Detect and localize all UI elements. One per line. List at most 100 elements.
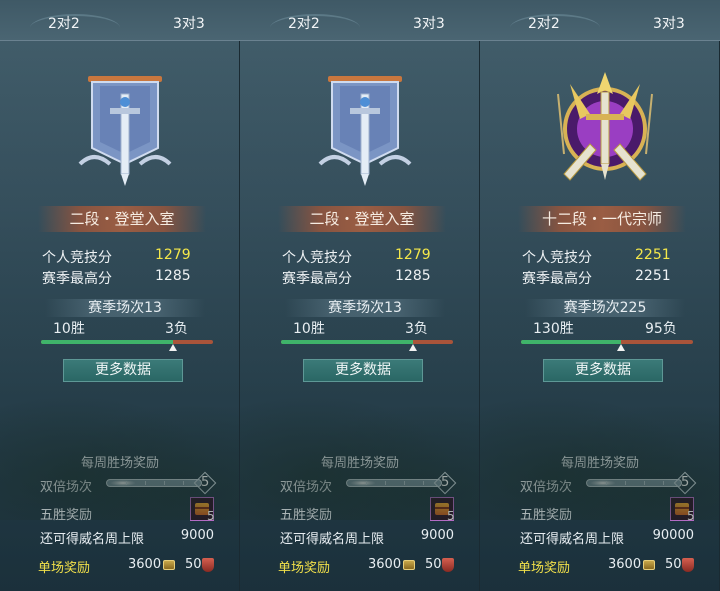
season-high-label: 赛季最高分 bbox=[282, 271, 352, 287]
shield-icon bbox=[442, 558, 454, 572]
wins-count: 130胜 bbox=[533, 321, 574, 337]
rank-title: 二段・登堂入室 bbox=[278, 206, 446, 232]
score-value: 2251 bbox=[635, 247, 671, 263]
tab-3v3[interactable]: 3对3 bbox=[173, 13, 205, 33]
progress-segment bbox=[145, 481, 146, 485]
wins-count: 10胜 bbox=[293, 321, 325, 337]
progress-segment bbox=[404, 481, 405, 485]
single-match-reward-label: 单场奖励 bbox=[38, 561, 91, 576]
score-label: 个人竞技分 bbox=[42, 250, 112, 266]
banner-sword-icon bbox=[70, 64, 180, 194]
rank-panel-3: 2对2 3对3 十二段・一代宗师 个人竞技分 2251 赛季最高分 2251 赛… bbox=[480, 0, 720, 591]
progress-glow-icon bbox=[111, 480, 135, 486]
win-fill bbox=[521, 340, 621, 344]
win-loss-bar bbox=[521, 340, 693, 351]
progress-segment bbox=[385, 481, 386, 485]
coin-icon bbox=[643, 560, 655, 570]
shield-icon bbox=[682, 558, 694, 572]
wins-count: 10胜 bbox=[53, 321, 85, 337]
season-high-value: 1285 bbox=[155, 268, 191, 284]
season-high-value: 2251 bbox=[635, 268, 671, 284]
losses-count: 3负 bbox=[405, 321, 428, 337]
double-matches-count: 5 bbox=[441, 475, 450, 490]
single-match-reward-label: 单场奖励 bbox=[278, 561, 331, 576]
double-matches-count: 5 bbox=[201, 475, 210, 490]
progress-glow-icon bbox=[351, 480, 375, 486]
tab-2v2[interactable]: 2对2 bbox=[288, 13, 320, 33]
win-fill bbox=[41, 340, 174, 344]
five-win-reward-label: 五胜奖励 bbox=[520, 508, 573, 523]
progress-segment bbox=[366, 481, 367, 485]
coin-reward-value: 3600 bbox=[368, 557, 402, 572]
weekly-rewards-title: 每周胜场奖励 bbox=[80, 456, 159, 471]
mode-tab-bar: 2对2 3对3 bbox=[480, 0, 720, 41]
win-loss-bar bbox=[41, 340, 213, 351]
five-win-reward-label: 五胜奖励 bbox=[40, 508, 93, 523]
tab-2v2[interactable]: 2对2 bbox=[48, 13, 80, 33]
more-data-button[interactable]: 更多数据 bbox=[543, 359, 663, 382]
weekly-cap-value: 90000 bbox=[652, 528, 694, 543]
chest-count: 5 bbox=[207, 509, 215, 523]
mode-tab-bar: 2对2 3对3 bbox=[240, 0, 480, 41]
weekly-cap-label: 还可得威名周上限 bbox=[520, 532, 625, 547]
coin-icon bbox=[403, 560, 415, 570]
double-matches-label: 双倍场次 bbox=[40, 480, 93, 495]
double-matches-bar bbox=[346, 479, 442, 487]
season-matches: 赛季场次225 bbox=[525, 299, 685, 317]
progress-segment bbox=[183, 481, 184, 485]
more-data-button[interactable]: 更多数据 bbox=[303, 359, 423, 382]
score-label: 个人竞技分 bbox=[282, 250, 352, 266]
progress-glow-icon bbox=[591, 480, 615, 486]
arena-rank-screen: 2对2 3对3 二段・登堂入室 个人竞技分 1279 赛季最高分 1285 赛季… bbox=[0, 0, 720, 591]
ratio-marker-icon bbox=[409, 344, 418, 351]
score-label: 个人竞技分 bbox=[522, 250, 592, 266]
double-matches-bar bbox=[586, 479, 682, 487]
progress-segment bbox=[423, 481, 424, 485]
chest-count: 5 bbox=[687, 509, 695, 523]
score-value: 1279 bbox=[155, 247, 191, 263]
weekly-rewards-title: 每周胜场奖励 bbox=[320, 456, 399, 471]
ratio-marker-icon bbox=[616, 344, 625, 351]
five-win-reward-label: 五胜奖励 bbox=[280, 508, 333, 523]
weekly-cap-label: 还可得威名周上限 bbox=[280, 532, 385, 547]
double-matches-bar bbox=[106, 479, 202, 487]
shield-reward-value: 50 bbox=[665, 557, 682, 572]
win-fill bbox=[281, 340, 414, 344]
weekly-cap-value: 9000 bbox=[420, 528, 454, 543]
win-loss-bar bbox=[281, 340, 453, 351]
coin-reward-value: 3600 bbox=[128, 557, 162, 572]
season-high-label: 赛季最高分 bbox=[42, 271, 112, 287]
progress-segment bbox=[164, 481, 165, 485]
progress-segment bbox=[606, 481, 607, 485]
season-matches: 赛季场次13 bbox=[285, 299, 445, 317]
season-high-value: 1285 bbox=[395, 268, 431, 284]
ratio-marker-icon bbox=[169, 344, 178, 351]
rank-panel-2: 2对2 3对3 二段・登堂入室 个人竞技分 1279 赛季最高分 1285 赛季… bbox=[240, 0, 480, 591]
shield-icon bbox=[202, 558, 214, 572]
coin-reward-value: 3600 bbox=[608, 557, 642, 572]
banner-sword-icon bbox=[310, 64, 420, 194]
score-value: 1279 bbox=[395, 247, 431, 263]
double-matches-count: 5 bbox=[681, 475, 690, 490]
losses-count: 95负 bbox=[645, 321, 677, 337]
more-data-button[interactable]: 更多数据 bbox=[63, 359, 183, 382]
tab-3v3[interactable]: 3对3 bbox=[413, 13, 445, 33]
tab-3v3[interactable]: 3对3 bbox=[653, 13, 685, 33]
shield-reward-value: 50 bbox=[425, 557, 442, 572]
losses-count: 3负 bbox=[165, 321, 188, 337]
tab-2v2[interactable]: 2对2 bbox=[528, 13, 560, 33]
season-high-label: 赛季最高分 bbox=[522, 271, 592, 287]
rank-title: 二段・登堂入室 bbox=[38, 206, 206, 232]
progress-segment bbox=[625, 481, 626, 485]
weekly-cap-label: 还可得威名周上限 bbox=[40, 532, 145, 547]
weekly-rewards-title: 每周胜场奖励 bbox=[560, 456, 639, 471]
double-matches-label: 双倍场次 bbox=[280, 480, 333, 495]
coin-icon bbox=[163, 560, 175, 570]
shield-reward-value: 50 bbox=[185, 557, 202, 572]
season-matches: 赛季场次13 bbox=[45, 299, 205, 317]
progress-segment bbox=[126, 481, 127, 485]
chest-count: 5 bbox=[447, 509, 455, 523]
rank-panel-1: 2对2 3对3 二段・登堂入室 个人竞技分 1279 赛季最高分 1285 赛季… bbox=[0, 0, 240, 591]
weekly-cap-value: 9000 bbox=[180, 528, 214, 543]
single-match-reward-label: 单场奖励 bbox=[518, 561, 571, 576]
